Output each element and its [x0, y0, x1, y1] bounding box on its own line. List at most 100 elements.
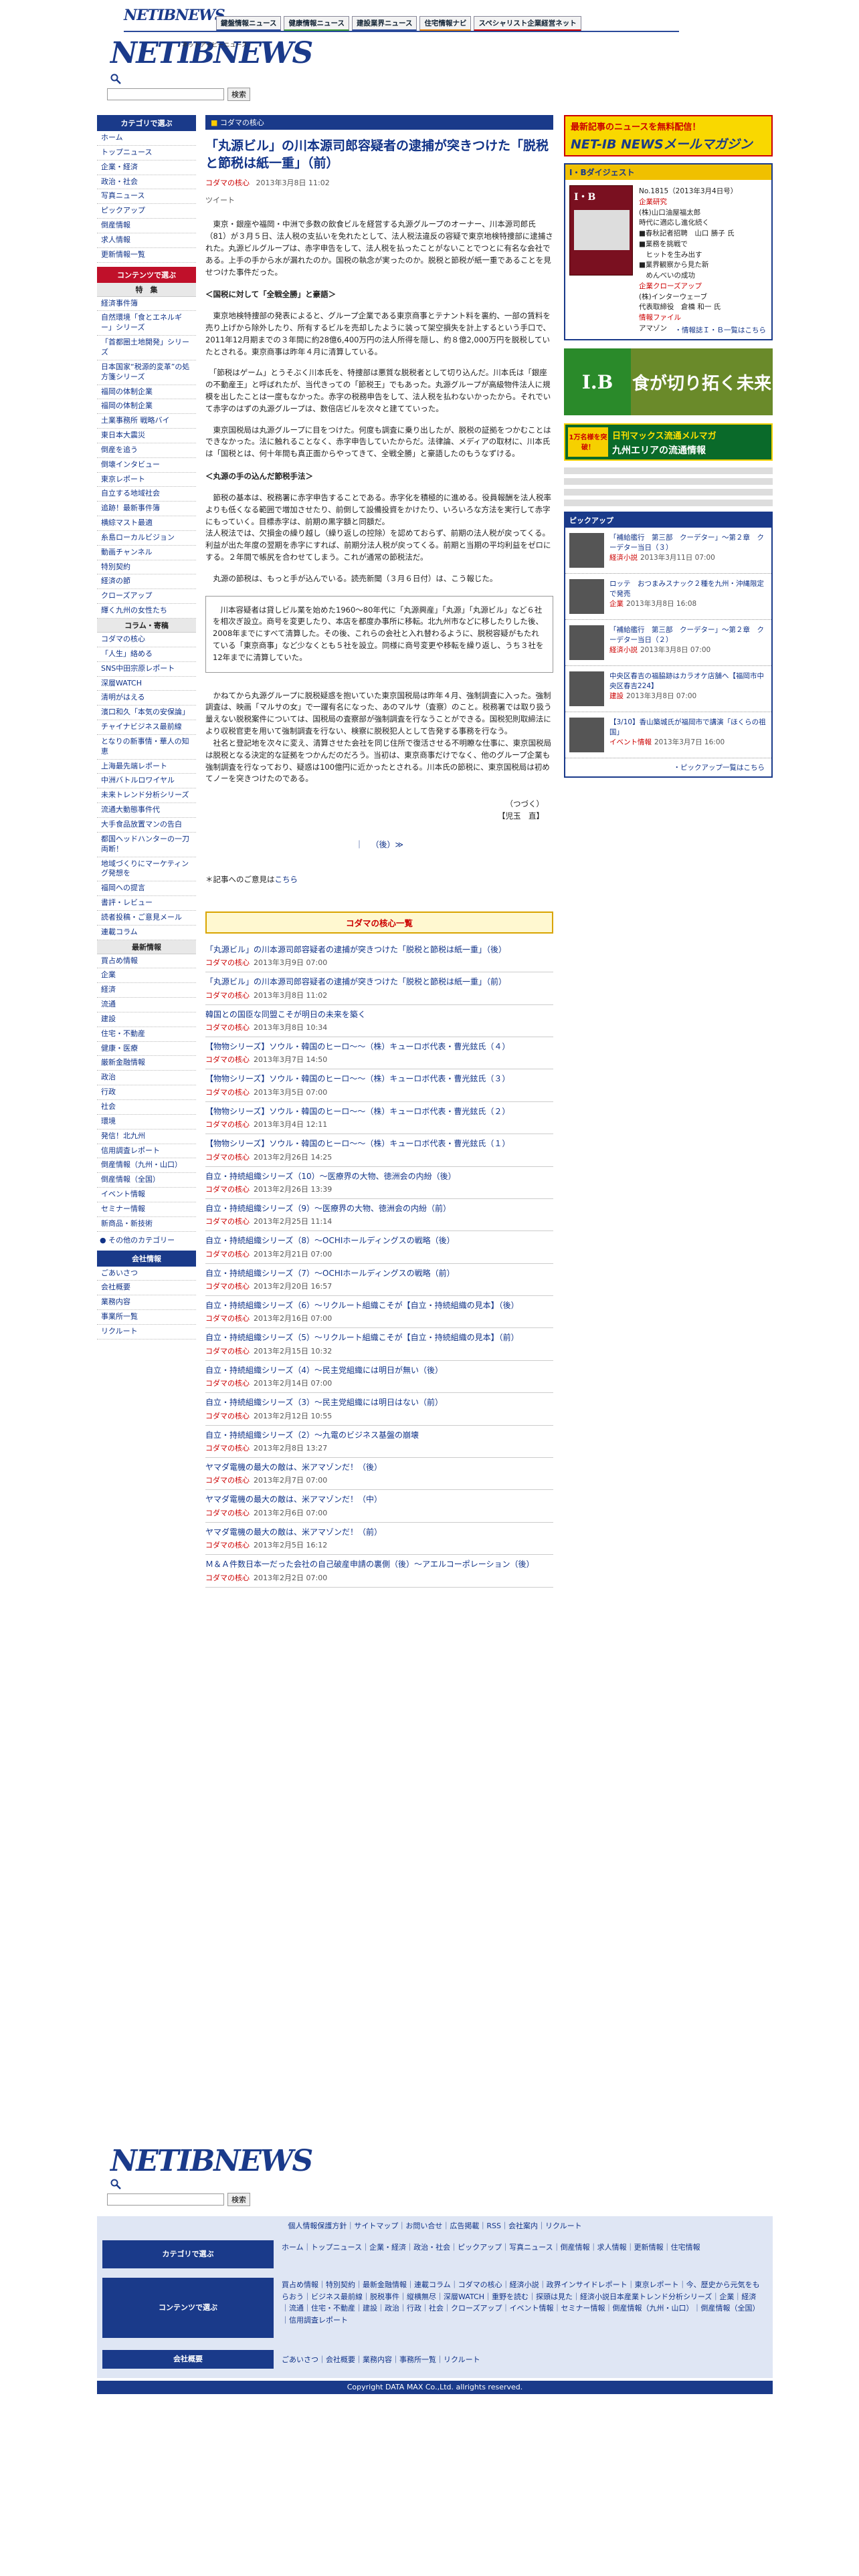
retail-mailmag-banner[interactable]: 1万名様を突破！ 日刊マックス流通メルマガ 九州エリアの流通情報 [564, 423, 773, 461]
sidebar-item-column[interactable]: チャイナビジネス最前線 [97, 720, 196, 735]
sidebar-item-tokushu[interactable]: 日本国家“税源的変革”の処方箋シリーズ [97, 360, 196, 385]
list-item-title[interactable]: 自立・持続組織シリーズ（6）〜リクルート組織こそが【自立・持続組織の見本】（後） [205, 1300, 553, 1311]
sidebar-item-tokushu[interactable]: 経済の節 [97, 574, 196, 590]
list-item-category[interactable]: コダマの核心 [205, 1153, 250, 1162]
sidebar-item-latest[interactable]: 住宅・不動産 [97, 1027, 196, 1042]
list-item-category[interactable]: コダマの核心 [205, 991, 250, 1000]
sidebar-item-tokushu[interactable]: 糸島ローカルビジョン [97, 531, 196, 546]
search-input[interactable] [107, 88, 224, 100]
tab-keiban[interactable]: 鍵盤情報ニュース [216, 16, 282, 31]
sidebar-item-latest[interactable]: イベント情報 [97, 1188, 196, 1202]
list-item-category[interactable]: コダマの核心 [205, 1217, 250, 1226]
sidebar-item-latest[interactable]: 建設 [97, 1012, 196, 1027]
opinion-link[interactable]: こちら [275, 875, 298, 884]
sidebar-item-tokushu[interactable]: 自然環境「食とエネルギー」シリーズ [97, 311, 196, 336]
pickup-item[interactable]: ロッテ おつまみスナック２種を九州・沖縄限定で発売 企業 2013年3月8日 16:… [565, 574, 771, 620]
sidebar-item-column[interactable]: となりの新事情・華人の知恵 [97, 735, 196, 760]
pickup-title[interactable]: 「補給艦行 第三部 クーデター」〜第２章 クーデター当日（３） [609, 533, 767, 553]
list-item-category[interactable]: コダマの核心 [205, 1347, 250, 1356]
list-item-category[interactable]: コダマの核心 [205, 1444, 250, 1453]
sidebar-item-column[interactable]: 清明がはえる [97, 691, 196, 706]
tab-specialist[interactable]: スペシャリスト企業経営ネット [474, 16, 581, 31]
sidebar-item-latest[interactable]: 経済 [97, 983, 196, 998]
sidebar-item-latest[interactable]: 倒産情報（九州・山口） [97, 1158, 196, 1174]
sidebar-item-column[interactable]: 濱口和久「本気の安保論」 [97, 706, 196, 721]
list-item-title[interactable]: 自立・持続組織シリーズ（8）〜OCHIホールディングスの戦略（後） [205, 1235, 553, 1247]
pickup-title[interactable]: 中央区春吉の福脇跡はカラオケ店舗へ【福岡市中央区春吉224】 [609, 671, 767, 691]
sidebar-item-latest[interactable]: 倒産情報（全国） [97, 1173, 196, 1188]
sidebar-item-latest[interactable]: 企業 [97, 968, 196, 984]
next-page-link[interactable]: （後）≫ [371, 840, 403, 849]
pickup-more-link[interactable]: ・ピックアップ一覧はこちら [565, 758, 771, 776]
sidebar-item-tokushu[interactable]: 東京レポート [97, 473, 196, 488]
list-item-title[interactable]: 自立・持続組織シリーズ（5）〜リクルート組織こそが【自立・持続組織の見本】（前） [205, 1332, 553, 1344]
sidebar-item-latest[interactable]: 健康・医療 [97, 1042, 196, 1057]
sidebar-item-column[interactable]: 深層WATCH [97, 677, 196, 691]
list-item-title[interactable]: 自立・持続組織シリーズ（3）〜民主党組織には明日はない（前） [205, 1397, 553, 1408]
list-item-category[interactable]: コダマの核心 [205, 1282, 250, 1291]
sidebar-item-tokushu[interactable]: 経済事件簿 [97, 297, 196, 312]
sidebar-item-latest[interactable]: 信用調査レポート [97, 1144, 196, 1159]
sidebar-item-company[interactable]: ごあいさつ [97, 1267, 196, 1281]
list-item-category[interactable]: コダマの核心 [205, 1509, 250, 1517]
list-item-category[interactable]: コダマの核心 [205, 1055, 250, 1064]
sidebar-item-category[interactable]: 政治・社会 [97, 175, 196, 190]
pickup-title[interactable]: 「補給艦行 第三部 クーデター」〜第２章 クーデター当日（２） [609, 625, 767, 645]
list-item-category[interactable]: コダマの核心 [205, 1412, 250, 1420]
sidebar-item-category[interactable]: トップニュース [97, 146, 196, 160]
sidebar-item-category[interactable]: 倒産情報 [97, 219, 196, 233]
sidebar-item-tokushu[interactable]: 土業事務所 戦略バイ [97, 414, 196, 429]
list-item-category[interactable]: コダマの核心 [205, 1185, 250, 1194]
list-item-title[interactable]: ヤマダ電機の最大の敵は、米アマゾンだ！（中） [205, 1494, 553, 1505]
sidebar-item-tokushu[interactable]: 「首都圏土地開発」シリーズ [97, 336, 196, 360]
list-item-title[interactable]: 自立・持続組織シリーズ（4）〜民主党組織には明日が無い（後） [205, 1365, 553, 1376]
sidebar-item-column[interactable]: 上海最先端レポート [97, 760, 196, 774]
sidebar-item-column[interactable]: 大手食品放置マンの告白 [97, 818, 196, 833]
list-item-title[interactable]: 自立・持続組織シリーズ（7）〜OCHIホールディングスの戦略（前） [205, 1268, 553, 1279]
pickup-thumbnail[interactable] [569, 533, 604, 568]
sidebar-item-latest[interactable]: 新商品・新技術 [97, 1217, 196, 1232]
list-item-category[interactable]: コダマの核心 [205, 1541, 250, 1549]
sidebar-item-latest[interactable]: 買占め情報 [97, 954, 196, 969]
pickup-item[interactable]: 「補給艦行 第三部 クーデター」〜第２章 クーデター当日（２） 経済小説 2013年… [565, 620, 771, 666]
footer-logo[interactable]: NETIBNEWS [110, 2147, 313, 2176]
sidebar-item-tokushu[interactable]: 福岡の体制企業 [97, 399, 196, 415]
sidebar-item-tokushu[interactable]: 追跡！最新事件簿 [97, 502, 196, 517]
sidebar-item-tokushu[interactable]: 倒壊インタビュー [97, 458, 196, 473]
list-item-title[interactable]: 【物物シリーズ】ソウル・韓国のヒーロ〜〜（株）キューロボ代表・曹光鉉氏（２） [205, 1106, 553, 1117]
sidebar-item-column[interactable]: 「人生」絡める [97, 647, 196, 662]
pickup-title[interactable]: 【3/10】香山築城氏が福岡市で講演「ほくらの祖国」 [609, 718, 767, 738]
sidebar-item-latest[interactable]: 流通 [97, 998, 196, 1012]
sidebar-item-column[interactable]: 未来トレンド分析シリーズ [97, 788, 196, 804]
footer-links[interactable]: 個人情報保護方針｜サイトマップ｜お問い合せ｜広告掲載｜RSS｜会社案内｜リクルー… [97, 2220, 773, 2231]
list-item-title[interactable]: 自立・持続組織シリーズ（2）〜九電のビジネス基盤の崩壊 [205, 1430, 553, 1441]
sidebar-item-latest[interactable]: 行政 [97, 1085, 196, 1100]
sidebar-item-column[interactable]: 地域づくりにマーケティング発想を [97, 857, 196, 882]
pickup-item[interactable]: 「補給艦行 第三部 クーデター」〜第２章 クーデター当日（３） 経済小説 2013年… [565, 528, 771, 574]
pickup-item[interactable]: 中央区春吉の福脇跡はカラオケ店舗へ【福岡市中央区春吉224】 建設 2013年3月8… [565, 666, 771, 712]
list-item-title[interactable]: ヤマダ電機の最大の敵は、米アマゾンだ！（前） [205, 1527, 553, 1538]
sidebar-item-column[interactable]: SNS中田宗原レポート [97, 662, 196, 677]
list-item-title[interactable]: 「丸源ビル」の川本源司郎容疑者の逮捕が突きつけた「脱税と節税は紙一重」（後） [205, 944, 553, 956]
list-item-category[interactable]: コダマの核心 [205, 1088, 250, 1097]
footer-row-links[interactable]: ホーム｜トップニュース｜企業・経済｜政治・社会｜ピックアップ｜写真ニュース｜倒産… [282, 2242, 763, 2254]
pickup-thumbnail[interactable] [569, 625, 604, 660]
sidebar-item-column[interactable]: 読者投稿・ご意見メール [97, 911, 196, 926]
pickup-item[interactable]: 【3/10】香山築城氏が福岡市で講演「ほくらの祖国」 イベント情報 2013年3月7… [565, 712, 771, 758]
list-item-title[interactable]: 【物物シリーズ】ソウル・韓国のヒーロ〜〜（株）キューロボ代表・曹光鉉氏（３） [205, 1073, 553, 1085]
ib-list-link[interactable]: ・情報誌Ｉ・Ｂ一覧はこちら [675, 325, 767, 335]
sidebar-item-latest[interactable]: 発信！北九州 [97, 1130, 196, 1144]
list-item-title[interactable]: 自立・持続組織シリーズ（9）〜医療界の大物、徳洲会の内紛（前） [205, 1203, 553, 1214]
sidebar-item-column[interactable]: 都国ヘッドハンターの一刀両断！ [97, 833, 196, 857]
sidebar-item-latest[interactable]: 環境 [97, 1115, 196, 1130]
pickup-category[interactable]: 経済小説 [609, 646, 638, 654]
sidebar-item-tokushu[interactable]: クローズアップ [97, 589, 196, 605]
footer-row-links[interactable]: 買占め情報｜特別契約｜最新金融情報｜連載コラム｜コダマの核心｜経済小説｜政界イン… [282, 2279, 763, 2326]
sidebar-item-tokushu[interactable]: 倒産を追う [97, 443, 196, 458]
search-button[interactable]: 検索 [227, 88, 250, 101]
list-item-title[interactable]: 韓国との国臣な同盟こそが明日の未来を築く [205, 1009, 553, 1021]
sidebar-item-column[interactable]: 福岡への提言 [97, 881, 196, 897]
sidebar-item-tokushu[interactable]: 横綜マスト最適 [97, 516, 196, 531]
list-item-title[interactable]: 「丸源ビル」の川本源司郎容疑者の逮捕が突きつけた「脱税と節税は紙一重」（前） [205, 976, 553, 988]
pickup-category[interactable]: 経済小説 [609, 554, 638, 562]
